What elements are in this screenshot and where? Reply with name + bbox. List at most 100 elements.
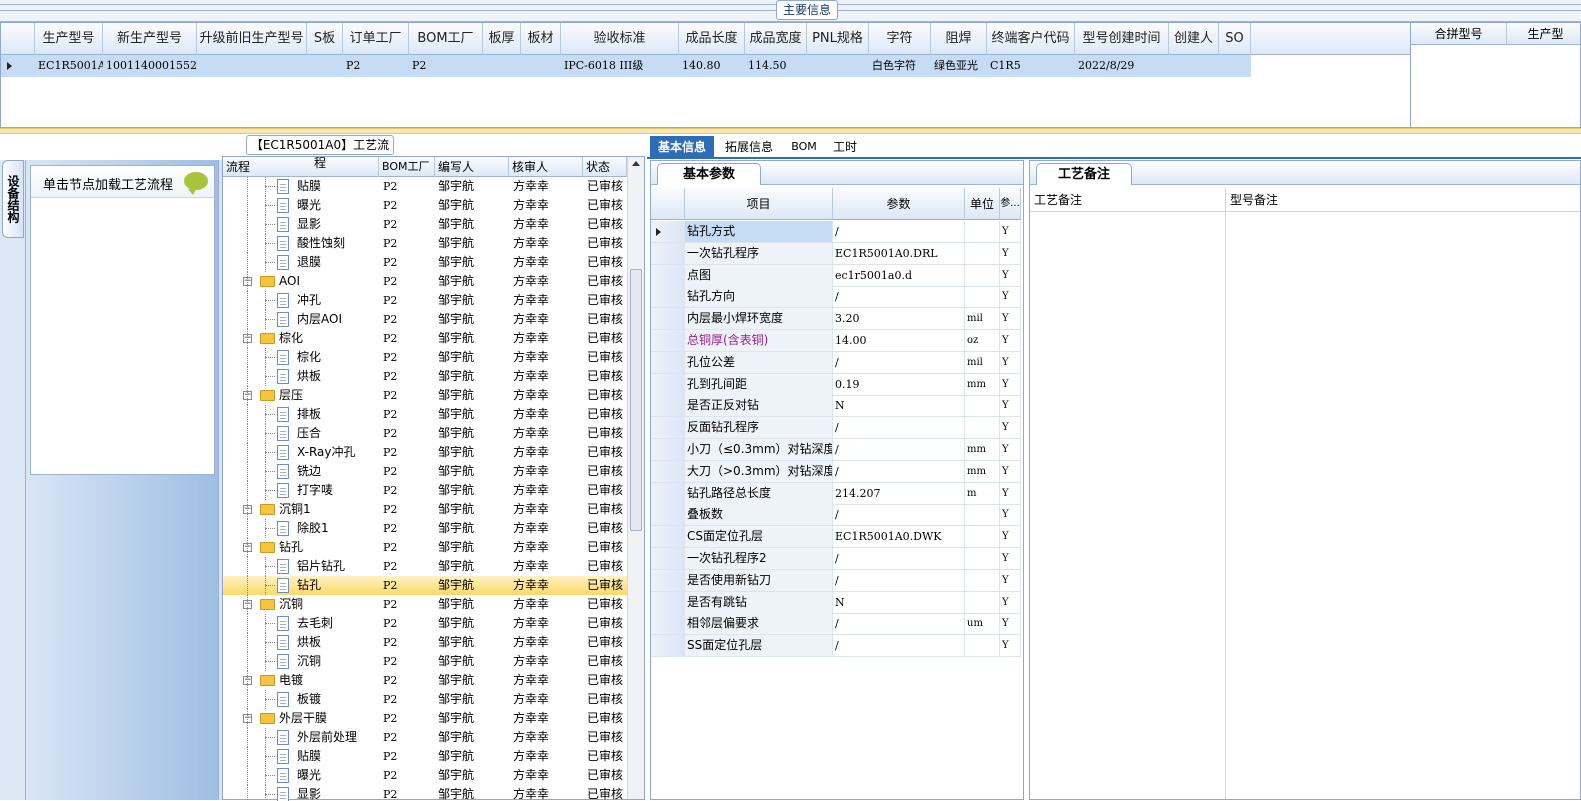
col-header[interactable]: 成品长度 (679, 23, 745, 55)
tab-equipment-structure[interactable]: 设备结构 (2, 160, 24, 238)
param-row[interactable]: CS面定位孔层 EC1R5001A0.DWK Y (651, 526, 1021, 549)
tree-row[interactable]: 铣边 P2 邹宇航 方幸幸 已审核 (223, 462, 627, 481)
col-header[interactable]: 型号创建时间 (1075, 23, 1169, 55)
tree-row[interactable]: 贴膜 P2 邹宇航 方幸幸 已审核 (223, 177, 627, 196)
col-header[interactable]: 升级前旧生产型号 (197, 23, 307, 55)
param-row[interactable]: 钻孔方式 / Y (651, 221, 1021, 243)
param-row[interactable]: 叠板数 / Y (651, 504, 1021, 527)
table-cell[interactable] (483, 55, 521, 77)
scrollbar-thumb[interactable] (630, 269, 642, 531)
tree-row[interactable]: − 钻孔 P2 邹宇航 方幸幸 已审核 (223, 538, 627, 557)
tree-row[interactable]: 冲孔 P2 邹宇航 方幸幸 已审核 (223, 291, 627, 310)
col-header[interactable]: 终端客户代码 (987, 23, 1075, 55)
tree-row[interactable]: 显影 P2 邹宇航 方幸幸 已审核 (223, 215, 627, 234)
notes-caption[interactable]: 工艺备注 (1036, 163, 1132, 185)
col-header[interactable]: 合拼型号 (1411, 23, 1507, 45)
splitter-bar[interactable] (0, 128, 1581, 134)
col-header[interactable]: 生产型 (1507, 23, 1581, 45)
tree-row[interactable]: 酸性蚀刻 P2 邹宇航 方幸幸 已审核 (223, 234, 627, 253)
param-value[interactable]: 3.20 (833, 308, 965, 330)
col-unit[interactable]: 单位 (965, 188, 1000, 220)
param-row[interactable]: 相邻层偏要求 / um Y (651, 613, 1021, 636)
table-cell[interactable]: IPC-6018 III级 (561, 55, 679, 77)
param-value[interactable]: ec1r5001a0.d (833, 264, 965, 286)
param-value[interactable]: / (833, 635, 965, 657)
table-cell[interactable] (807, 55, 869, 77)
param-value[interactable]: / (833, 460, 965, 482)
tree-row[interactable]: 贴膜 P2 邹宇航 方幸幸 已审核 (223, 747, 627, 766)
col-header[interactable]: SO (1219, 23, 1251, 55)
col-header[interactable]: 流程 (223, 157, 379, 177)
table-cell[interactable]: P2 (343, 55, 409, 77)
tree-row[interactable]: 去毛刺 P2 邹宇航 方幸幸 已审核 (223, 614, 627, 633)
param-value[interactable]: / (833, 351, 965, 373)
tree-row[interactable]: − 沉铜 P2 邹宇航 方幸幸 已审核 (223, 595, 627, 614)
col-header[interactable]: 新生产型号 (103, 23, 197, 55)
table-cell[interactable]: 114.50 (745, 55, 807, 77)
chat-bubble-icon[interactable] (184, 172, 208, 195)
col-header[interactable]: 阻焊 (931, 23, 987, 55)
param-row[interactable]: 反面钻孔程序 / Y (651, 417, 1021, 440)
tree-row[interactable]: 板镀 P2 邹宇航 方幸幸 已审核 (223, 690, 627, 709)
table-cell[interactable]: 绿色亚光 (931, 55, 987, 77)
param-value[interactable]: / (833, 613, 965, 635)
col-param[interactable]: 参数 (833, 188, 965, 220)
table-cell[interactable]: P2 (409, 55, 483, 77)
table-cell[interactable] (307, 55, 343, 77)
tab-bom[interactable]: BOM (787, 136, 821, 158)
tree-row[interactable]: 烘板 P2 邹宇航 方幸幸 已审核 (223, 367, 627, 386)
tree-row[interactable]: 钻孔 P2 邹宇航 方幸幸 已审核 (223, 576, 627, 595)
tree-row[interactable]: 显影 P2 邹宇航 方幸幸 已审核 (223, 785, 627, 801)
table-cell[interactable] (521, 55, 561, 77)
tab-extended-info[interactable]: 拓展信息 (718, 136, 780, 158)
param-row[interactable]: 是否正反对钻 N Y (651, 395, 1021, 418)
param-row[interactable]: 一次钻孔程序2/ Y (651, 548, 1021, 570)
table-cell[interactable]: 140.80 (679, 55, 745, 77)
table-cell[interactable]: 10011400015523 (103, 55, 197, 77)
vertical-scrollbar[interactable] (627, 157, 644, 799)
col-header[interactable]: S板 (307, 23, 343, 55)
param-value[interactable]: / (833, 504, 965, 526)
table-cell[interactable]: EC1R5001A0 (35, 55, 103, 77)
tab-work-hours[interactable]: 工时 (827, 136, 863, 158)
table-cell[interactable]: C1R5 (987, 55, 1075, 77)
col-header[interactable]: 字符 (869, 23, 931, 55)
param-row[interactable]: 一次钻孔程序 EC1R5001A0.DRL Y (651, 242, 1021, 265)
param-row[interactable]: 钻孔路径总长度 214.207 m Y (651, 482, 1021, 505)
col-header[interactable]: 生产型号 (35, 23, 103, 55)
tree-row[interactable]: 打字唛 P2 邹宇航 方幸幸 已审核 (223, 481, 627, 500)
tree-row[interactable]: − 电镀 P2 邹宇航 方幸幸 已审核 (223, 671, 627, 690)
table-cell[interactable]: 2022/8/29 (1075, 55, 1169, 77)
col-header[interactable]: 状态 (583, 157, 627, 177)
tree-row[interactable]: 烘板 P2 邹宇航 方幸幸 已审核 (223, 633, 627, 652)
param-row[interactable]: 孔到孔间距 0.19 mm Y (651, 373, 1021, 396)
col-item[interactable]: 项目 (685, 188, 833, 220)
tree-row[interactable]: 退膜 P2 邹宇航 方幸幸 已审核 (223, 253, 627, 272)
param-row[interactable]: SS面定位孔层 / Y (651, 635, 1021, 658)
col-header[interactable]: 成品宽度 (745, 23, 807, 55)
tree-row[interactable]: 外层前处理 P2 邹宇航 方幸幸 已审核 (223, 728, 627, 747)
model-notes-column[interactable]: 型号备注 (1226, 187, 1580, 799)
tab-basic-info[interactable]: 基本信息 (650, 136, 714, 158)
table-cell[interactable] (1169, 55, 1219, 77)
tree-row[interactable]: − 层压 P2 邹宇航 方幸幸 已审核 (223, 386, 627, 405)
tree-row[interactable]: − 外层干膜 P2 邹宇航 方幸幸 已审核 (223, 709, 627, 728)
table-cell[interactable]: 白色字符 (869, 55, 931, 77)
col-flag[interactable]: 参... (1000, 188, 1021, 220)
scroll-up-icon[interactable] (632, 161, 640, 166)
params-caption[interactable]: 基本参数 (657, 163, 761, 185)
col-header[interactable]: 核审人 (509, 157, 583, 177)
param-value[interactable]: 14.00 (833, 330, 965, 351)
tree-row[interactable]: − AOI P2 邹宇航 方幸幸 已审核 (223, 272, 627, 291)
table-row[interactable]: EC1R5001A010011400015523 P2P2 IPC-6018 III… (1, 55, 1251, 77)
tree-row[interactable]: 铝片钻孔 P2 邹宇航 方幸幸 已审核 (223, 557, 627, 576)
param-value[interactable]: / (833, 569, 965, 591)
tree-row[interactable]: 除胶1 P2 邹宇航 方幸幸 已审核 (223, 519, 627, 538)
col-header[interactable]: 创建人 (1169, 23, 1219, 55)
param-value[interactable]: N (833, 591, 965, 613)
tree-row[interactable]: − 棕化 P2 邹宇航 方幸幸 已审核 (223, 329, 627, 348)
col-header[interactable]: BOM工厂 (409, 23, 483, 55)
param-row[interactable]: 内层最小焊环宽度 3.20 mil Y (651, 308, 1021, 331)
process-notes-column[interactable]: 工艺备注 (1030, 187, 1226, 799)
tree-row[interactable]: 曝光 P2 邹宇航 方幸幸 已审核 (223, 766, 627, 785)
